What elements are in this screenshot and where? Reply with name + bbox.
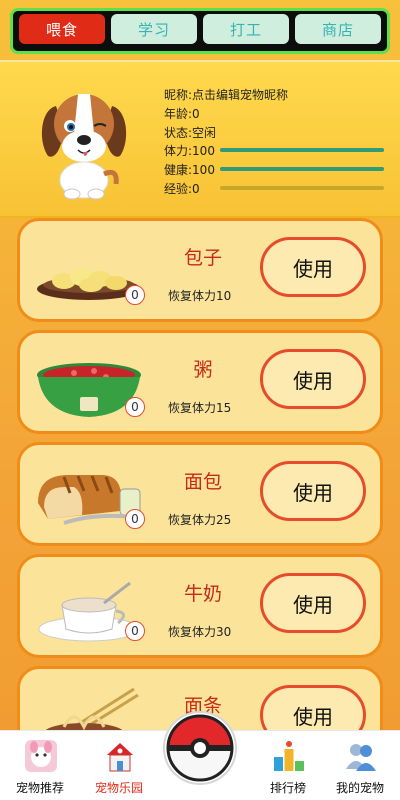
nav-label: 宠物推荐 (15, 781, 64, 795)
food-count: 0 (125, 285, 145, 305)
pet-park-icon (107, 743, 133, 772)
pet-recommend-icon (25, 740, 57, 772)
food-card-bread: 0 面包 恢复体力25 使用 (17, 442, 383, 546)
use-button[interactable]: 使用 (260, 237, 366, 297)
nav-label: 排行榜 (269, 781, 306, 795)
exp-bar (220, 186, 384, 190)
use-button[interactable]: 使用 (260, 573, 366, 633)
tab-work[interactable]: 打工 (203, 14, 289, 44)
my-pets-icon (346, 744, 376, 771)
stamina-bar-fill (220, 148, 384, 152)
food-desc: 恢复体力15 (168, 401, 232, 415)
noodles-icon (45, 687, 139, 730)
pet-info-panel: 昵称:点击编辑宠物昵称 年龄:0 状态:空闲 体力:100 健康:100 经验:… (0, 60, 400, 218)
food-desc: 恢复体力30 (168, 625, 232, 639)
food-count: 0 (125, 621, 145, 641)
pokeball-icon[interactable] (162, 710, 238, 786)
stamina-bar (220, 148, 384, 152)
tab-study[interactable]: 学习 (111, 14, 197, 44)
food-count: 0 (125, 509, 145, 529)
food-name: 包子 (183, 247, 222, 269)
health-bar (220, 167, 384, 171)
nav-leaderboard[interactable]: 排行榜 (253, 731, 323, 800)
pet-nickname[interactable]: 昵称:点击编辑宠物昵称 (164, 86, 288, 105)
nav-pet-recommend[interactable]: 宠物推荐 (5, 731, 75, 800)
food-card-buns: 0 包子 恢复体力10 使用 (17, 218, 383, 322)
pet-stats: 昵称:点击编辑宠物昵称 年龄:0 状态:空闲 体力:100 健康:100 经验:… (164, 86, 288, 199)
tab-shop[interactable]: 商店 (295, 14, 381, 44)
nav-pet-park[interactable]: 宠物乐园 (84, 731, 154, 800)
food-desc: 恢复体力10 (168, 289, 232, 303)
tab-feed[interactable]: 喂食 (19, 14, 105, 44)
food-count: 0 (125, 397, 145, 417)
food-desc: 恢复体力25 (168, 513, 232, 527)
use-button[interactable]: 使用 (260, 685, 366, 730)
pet-age: 年龄:0 (164, 106, 200, 121)
food-card-milk: 0 牛奶 恢复体力30 使用 (17, 554, 383, 658)
nav-label: 宠物乐园 (94, 781, 143, 795)
food-card-porridge: 0 粥 恢复体力15 使用 (17, 330, 383, 434)
food-name: 牛奶 (183, 583, 222, 605)
beagle-puppy-icon (41, 94, 127, 200)
health-bar-fill (220, 167, 384, 171)
top-tab-bar: 喂食 学习 打工 商店 (10, 8, 390, 54)
leaderboard-icon (274, 741, 304, 771)
food-list[interactable]: 0 包子 恢复体力10 使用 0 粥 恢复体力15 使用 0 面包 恢复体力25… (0, 218, 400, 730)
nav-my-pets[interactable]: 我的宠物 (325, 731, 395, 800)
pet-status: 状态:空闲 (164, 125, 217, 140)
use-button[interactable]: 使用 (260, 461, 366, 521)
food-name: 粥 (193, 359, 213, 381)
nav-label: 我的宠物 (335, 781, 384, 795)
use-button[interactable]: 使用 (260, 349, 366, 409)
food-name: 面包 (183, 471, 222, 493)
